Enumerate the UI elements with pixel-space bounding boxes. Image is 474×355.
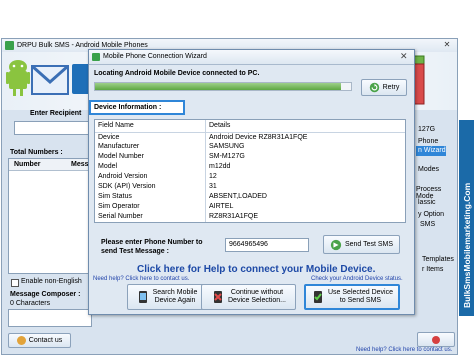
table-header-row: Field Name Details [95,121,405,131]
field-name: Model Number [98,153,144,160]
table-row: Sim Status ABSENT,LOADED [95,192,405,202]
continue-without-device-button[interactable]: Continue without Device Selection... [201,284,296,310]
enter-recipient-label: Enter Recipient [30,110,82,117]
table-row: Model m12dd [95,162,405,172]
exit-button[interactable] [417,332,455,347]
non-english-label: Enable non-English [21,278,82,285]
continue-line2: Device Selection... [228,297,286,304]
connection-wizard-dialog: Mobile Phone Connection Wizard ✕ Locatin… [88,49,415,315]
table-row: Android Version 12 [95,172,405,182]
message-composer-label: Message Composer : [10,291,81,298]
envelope-icon [31,64,69,95]
table-row: SDK (API) Version 31 [95,182,405,192]
search-progress-fill [95,83,341,90]
field-name: Model [98,163,118,170]
retry-button[interactable]: Retry [361,79,407,96]
field-value: RZ8R31A1FQE [209,213,259,220]
numbers-list[interactable]: Number Mess [8,158,92,274]
search-again-button[interactable]: Search Mobile Device Again [127,284,206,310]
table-row: Model Number SM-M127G [95,152,405,162]
field-value: 31 [209,183,217,190]
search-progress-bar [94,82,352,91]
main-need-help-link[interactable]: Need help? Click here to contact us. [356,347,452,353]
phone-prompt: Please enter Phone Number to send Test M… [101,238,203,256]
table-row: Sim Operator AIRTEL [95,202,405,212]
send-test-sms-button[interactable]: Send Test SMS [323,235,400,254]
field-value: SM-M127G [209,153,245,160]
search-again-line1: Search Mobile [152,289,198,296]
device-information-tab: Device Information : [89,100,185,115]
field-name: Manufacturer [98,143,140,150]
recipient-input[interactable] [14,121,92,135]
wizard-icon [92,53,100,61]
side-banner-text: BulkSmsMobilemarketing.Com [462,182,472,308]
modes-fragment: Modes [418,166,440,173]
phone-cancel-icon [214,291,222,303]
items-fragment: r Items [422,266,444,273]
contact-us-button[interactable]: Contact us [8,333,71,348]
field-value: AIRTEL [209,203,234,210]
field-name: Sim Status [98,193,132,200]
close-icon[interactable]: ✕ [440,40,454,50]
android-robot-icon [6,60,30,96]
wizard-fragment[interactable]: n Wizard [416,146,446,156]
contact-us-label: Contact us [28,337,63,344]
field-name-header: Field Name [98,122,134,129]
use-selected-device-button[interactable]: Use Selected Device to Send SMS [304,284,400,310]
message-column-header: Mess [71,161,89,168]
phone-prompt-line2: send Test Message : [101,248,169,255]
dialog-title: Mobile Phone Connection Wizard [103,53,207,60]
field-value: m12dd [209,163,231,170]
search-again-line2: Device Again [154,297,196,304]
table-row: Manufacturer SAMSUNG [95,142,405,152]
char-count: 0 Characters [10,300,51,307]
phone-fragment: Phone [418,138,439,145]
check-status-link[interactable]: Check your Android Device status. [311,276,403,282]
dialog-need-help-link[interactable]: Need help? Click here to contact us. [93,276,189,282]
field-value: 12 [209,173,217,180]
field-name: Serial Number [98,213,143,220]
option-fragment: y Option [418,211,445,218]
send-icon [330,239,342,250]
exit-icon [432,335,440,344]
classic-fragment: lassic [418,199,436,206]
sms-fragment: SMS [420,221,436,228]
non-english-checkbox[interactable] [11,279,19,287]
use-selected-line2: to Send SMS [339,297,382,304]
field-name: Android Version [98,173,148,180]
contact-icon [16,336,26,345]
model-fragment: 127G [418,126,436,133]
retry-label: Retry [382,84,400,91]
field-value: SAMSUNG [209,143,245,150]
phone-prompt-line1: Please enter Phone Number to [101,239,203,246]
templates-fragment: Templates [422,256,454,263]
field-name: SDK (API) Version [98,183,156,190]
field-value: ABSENT,LOADED [209,193,267,200]
wizard-fragment-label: n Wizard [418,147,446,154]
total-numbers-label: Total Numbers : [10,149,63,156]
phone-search-icon [138,291,147,303]
table-row: Serial Number RZ8R31A1FQE [95,212,405,222]
process-mode-fragment: Process Mode [416,186,442,200]
field-name: Sim Operator [98,203,140,210]
app-icon [5,41,14,50]
number-column-header: Number [14,161,41,168]
phone-check-icon [314,291,322,303]
message-composer[interactable] [8,309,92,327]
dialog-title-bar: Mobile Phone Connection Wizard ✕ [89,50,414,65]
refresh-icon [369,82,379,93]
details-header: Details [209,122,231,129]
locating-text: Locating Android Mobile Device connected… [94,70,260,77]
dialog-close-icon[interactable]: ✕ [400,51,408,62]
use-selected-line1: Use Selected Device [328,289,393,296]
numbers-list-header: Number Mess [9,159,91,171]
continue-line1: Continue without [230,289,284,296]
send-test-sms-label: Send Test SMS [344,241,394,248]
help-connect-link[interactable]: Click here for Help to connect your Mobi… [137,264,375,275]
phone-number-input[interactable]: 9664965496 [225,238,309,252]
device-info-table: Field Name Details Device Android Device… [94,119,406,223]
